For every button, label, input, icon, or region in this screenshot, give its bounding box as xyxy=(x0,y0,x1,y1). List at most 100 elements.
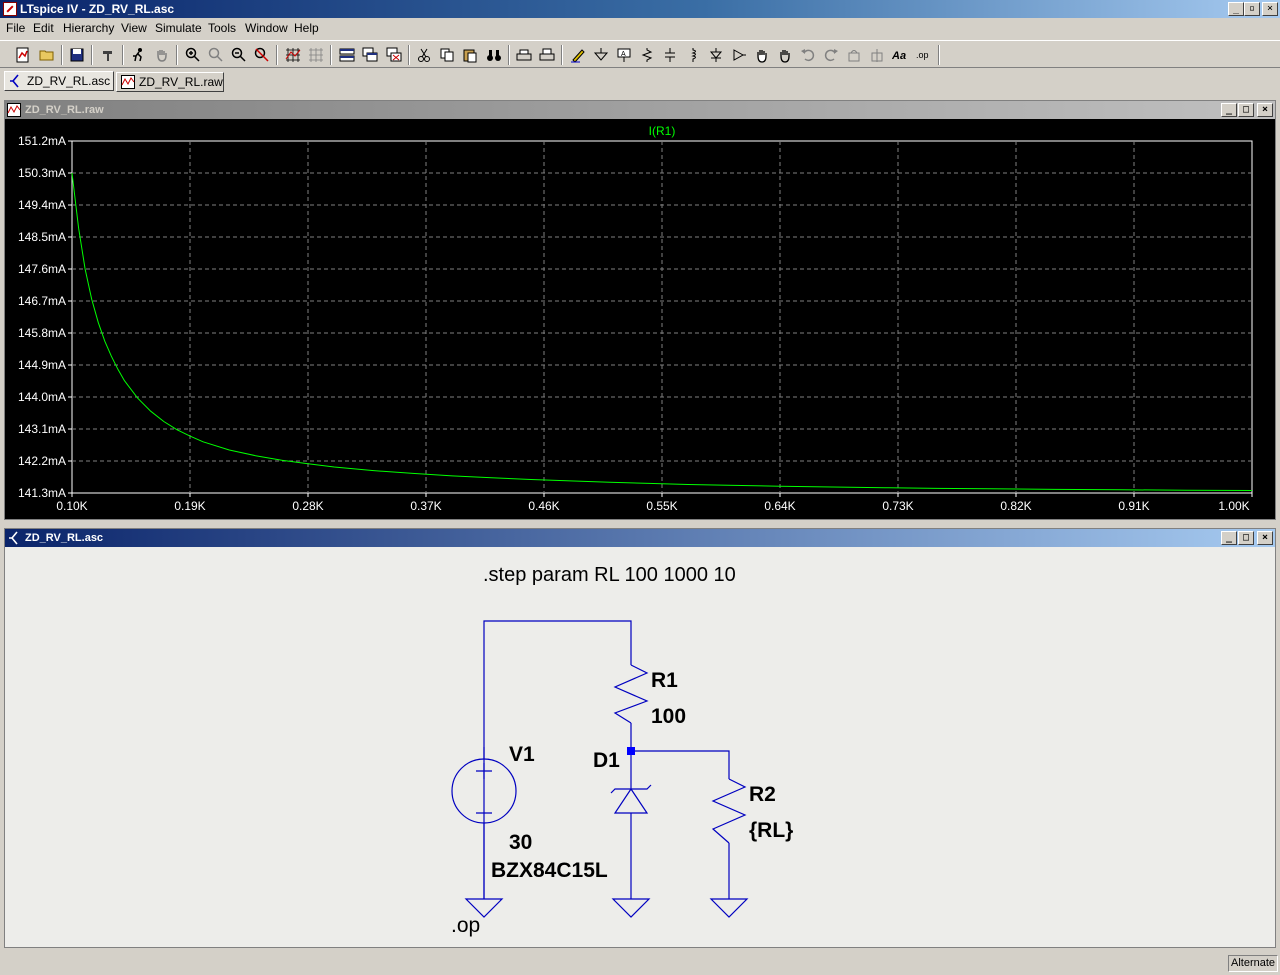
y-tick-label: 149.4mA xyxy=(18,198,66,212)
schematic-maximize-button[interactable]: □ xyxy=(1238,531,1254,545)
drag-hand-icon[interactable] xyxy=(775,45,795,65)
move-hand-icon[interactable] xyxy=(752,45,772,65)
spice-directive-op-icon[interactable]: .op xyxy=(913,45,933,65)
app-title: LTspice IV - ZD_RV_RL.asc xyxy=(20,2,175,16)
waveform-window-title-bar: ZD_RV_RL.raw _ □ × xyxy=(5,101,1275,119)
tab-waveform[interactable]: ZD_RV_RL.raw xyxy=(116,72,224,92)
x-tick-label: 0.19K xyxy=(174,499,205,513)
node-junction-dot[interactable] xyxy=(627,747,635,755)
redo-icon[interactable] xyxy=(821,45,841,65)
menu-hierarchy[interactable]: Hierarchy xyxy=(63,21,114,35)
step-directive[interactable]: .step param RL 100 1000 10 xyxy=(483,564,736,586)
pan-icon[interactable] xyxy=(206,45,226,65)
open-folder-icon[interactable] xyxy=(37,45,57,65)
y-tick-label: 141.3mA xyxy=(18,486,66,500)
svg-text:.op: .op xyxy=(916,50,929,60)
halt-hand-icon[interactable] xyxy=(152,45,172,65)
y-tick-label: 146.7mA xyxy=(18,294,66,308)
new-schematic-icon[interactable] xyxy=(13,45,33,65)
print-setup-icon[interactable] xyxy=(514,45,534,65)
menu-help[interactable]: Help xyxy=(294,21,319,35)
waveform-plot[interactable]: 151.2mA 150.3mA 149.4mA 148.5mA 147.6mA 146.7… xyxy=(5,119,1275,519)
y-tick-label: 148.5mA xyxy=(18,230,66,244)
draw-wire-pencil-icon[interactable] xyxy=(568,45,588,65)
cascade-icon[interactable] xyxy=(360,45,380,65)
save-icon[interactable] xyxy=(67,45,87,65)
r1-name[interactable]: R1 xyxy=(651,669,678,692)
r2-name[interactable]: R2 xyxy=(749,783,776,806)
zoom-in-icon[interactable] xyxy=(183,45,203,65)
waveform-window-icon[interactable] xyxy=(7,103,21,117)
d1-value[interactable]: BZX84C15L xyxy=(491,859,608,882)
label-net-icon[interactable]: A xyxy=(614,45,634,65)
text-aa-icon[interactable]: Aa xyxy=(890,45,910,65)
minimize-button[interactable]: _ xyxy=(1228,2,1244,16)
tile-horizontal-icon[interactable] xyxy=(337,45,357,65)
print-icon[interactable] xyxy=(537,45,557,65)
ground-symbol[interactable] xyxy=(611,898,651,918)
d1-name[interactable]: D1 xyxy=(593,749,620,772)
mirror-icon[interactable] xyxy=(867,45,887,65)
control-panel-hammer-icon[interactable] xyxy=(98,45,118,65)
close-all-icon[interactable] xyxy=(384,45,404,65)
menu-view[interactable]: View xyxy=(121,21,147,35)
menu-edit[interactable]: Edit xyxy=(33,21,54,35)
y-tick-label: 144.9mA xyxy=(18,358,66,372)
paste-icon[interactable] xyxy=(460,45,480,65)
resistor-icon[interactable] xyxy=(637,45,657,65)
waveform-maximize-button[interactable]: □ xyxy=(1238,103,1254,117)
trace-label[interactable]: I(R1) xyxy=(649,124,676,138)
y-axis-ticks: 151.2mA 150.3mA 149.4mA 148.5mA 147.6mA 146.7… xyxy=(18,134,72,500)
schematic-window-icon[interactable] xyxy=(8,531,22,545)
zoom-full-icon[interactable] xyxy=(252,45,272,65)
app-title-bar: LTspice IV - ZD_RV_RL.asc _ ▫ × xyxy=(0,0,1280,18)
restore-button[interactable]: ▫ xyxy=(1244,2,1260,16)
menu-window[interactable]: Window xyxy=(245,21,288,35)
r2-value[interactable]: {RL} xyxy=(749,819,793,842)
v1-value[interactable]: 30 xyxy=(509,831,532,854)
menu-tools[interactable]: Tools xyxy=(208,21,236,35)
zener-diode-d1[interactable] xyxy=(610,784,652,814)
wire-node[interactable] xyxy=(630,723,730,779)
x-tick-label: 0.46K xyxy=(528,499,559,513)
x-tick-label: 0.37K xyxy=(410,499,441,513)
menu-file[interactable]: File xyxy=(6,21,25,35)
v1-name[interactable]: V1 xyxy=(509,743,535,766)
x-tick-label: 0.10K xyxy=(56,499,87,513)
schematic-canvas[interactable]: .step param RL 100 1000 10 R1 100 V1 30 … xyxy=(5,547,1275,947)
op-directive[interactable]: .op xyxy=(451,914,480,937)
status-bar: Alternate xyxy=(0,953,1280,975)
copy-icon[interactable] xyxy=(437,45,457,65)
waveform-window: ZD_RV_RL.raw _ □ × 151.2mA 150.3mA 149.4mA… xyxy=(4,100,1276,520)
r1-value[interactable]: 100 xyxy=(651,705,686,728)
autorange-icon[interactable] xyxy=(283,45,303,65)
run-simulation-icon[interactable] xyxy=(128,45,148,65)
grid-icon[interactable] xyxy=(306,45,326,65)
inductor-icon[interactable] xyxy=(683,45,703,65)
component-icon[interactable] xyxy=(729,45,749,65)
find-binoculars-icon[interactable] xyxy=(484,45,504,65)
undo-icon[interactable] xyxy=(798,45,818,65)
resistor-r1[interactable] xyxy=(613,664,649,724)
capacitor-icon[interactable] xyxy=(660,45,680,65)
ground-icon[interactable] xyxy=(591,45,611,65)
resistor-r2[interactable] xyxy=(711,778,747,844)
tab-waveform-label: ZD_RV_RL.raw xyxy=(139,75,223,89)
zoom-out-icon[interactable] xyxy=(229,45,249,65)
y-tick-label: 143.1mA xyxy=(18,422,66,436)
x-tick-label: 0.73K xyxy=(882,499,913,513)
close-button[interactable]: × xyxy=(1262,2,1278,16)
schematic-minimize-button[interactable]: _ xyxy=(1221,531,1237,545)
cut-scissors-icon[interactable] xyxy=(414,45,434,65)
waveform-close-button[interactable]: × xyxy=(1257,103,1273,117)
schematic-close-button[interactable]: × xyxy=(1257,531,1273,545)
ltspice-app-icon[interactable] xyxy=(3,2,17,16)
waveform-window-title: ZD_RV_RL.raw xyxy=(25,104,104,116)
tab-schematic[interactable]: ZD_RV_RL.asc xyxy=(4,71,114,91)
menu-simulate[interactable]: Simulate xyxy=(155,21,202,35)
ground-symbol[interactable] xyxy=(709,898,749,918)
diode-icon[interactable] xyxy=(706,45,726,65)
rotate-icon[interactable] xyxy=(844,45,864,65)
toolbar: A Aa .op xyxy=(0,40,1280,68)
waveform-minimize-button[interactable]: _ xyxy=(1221,103,1237,117)
